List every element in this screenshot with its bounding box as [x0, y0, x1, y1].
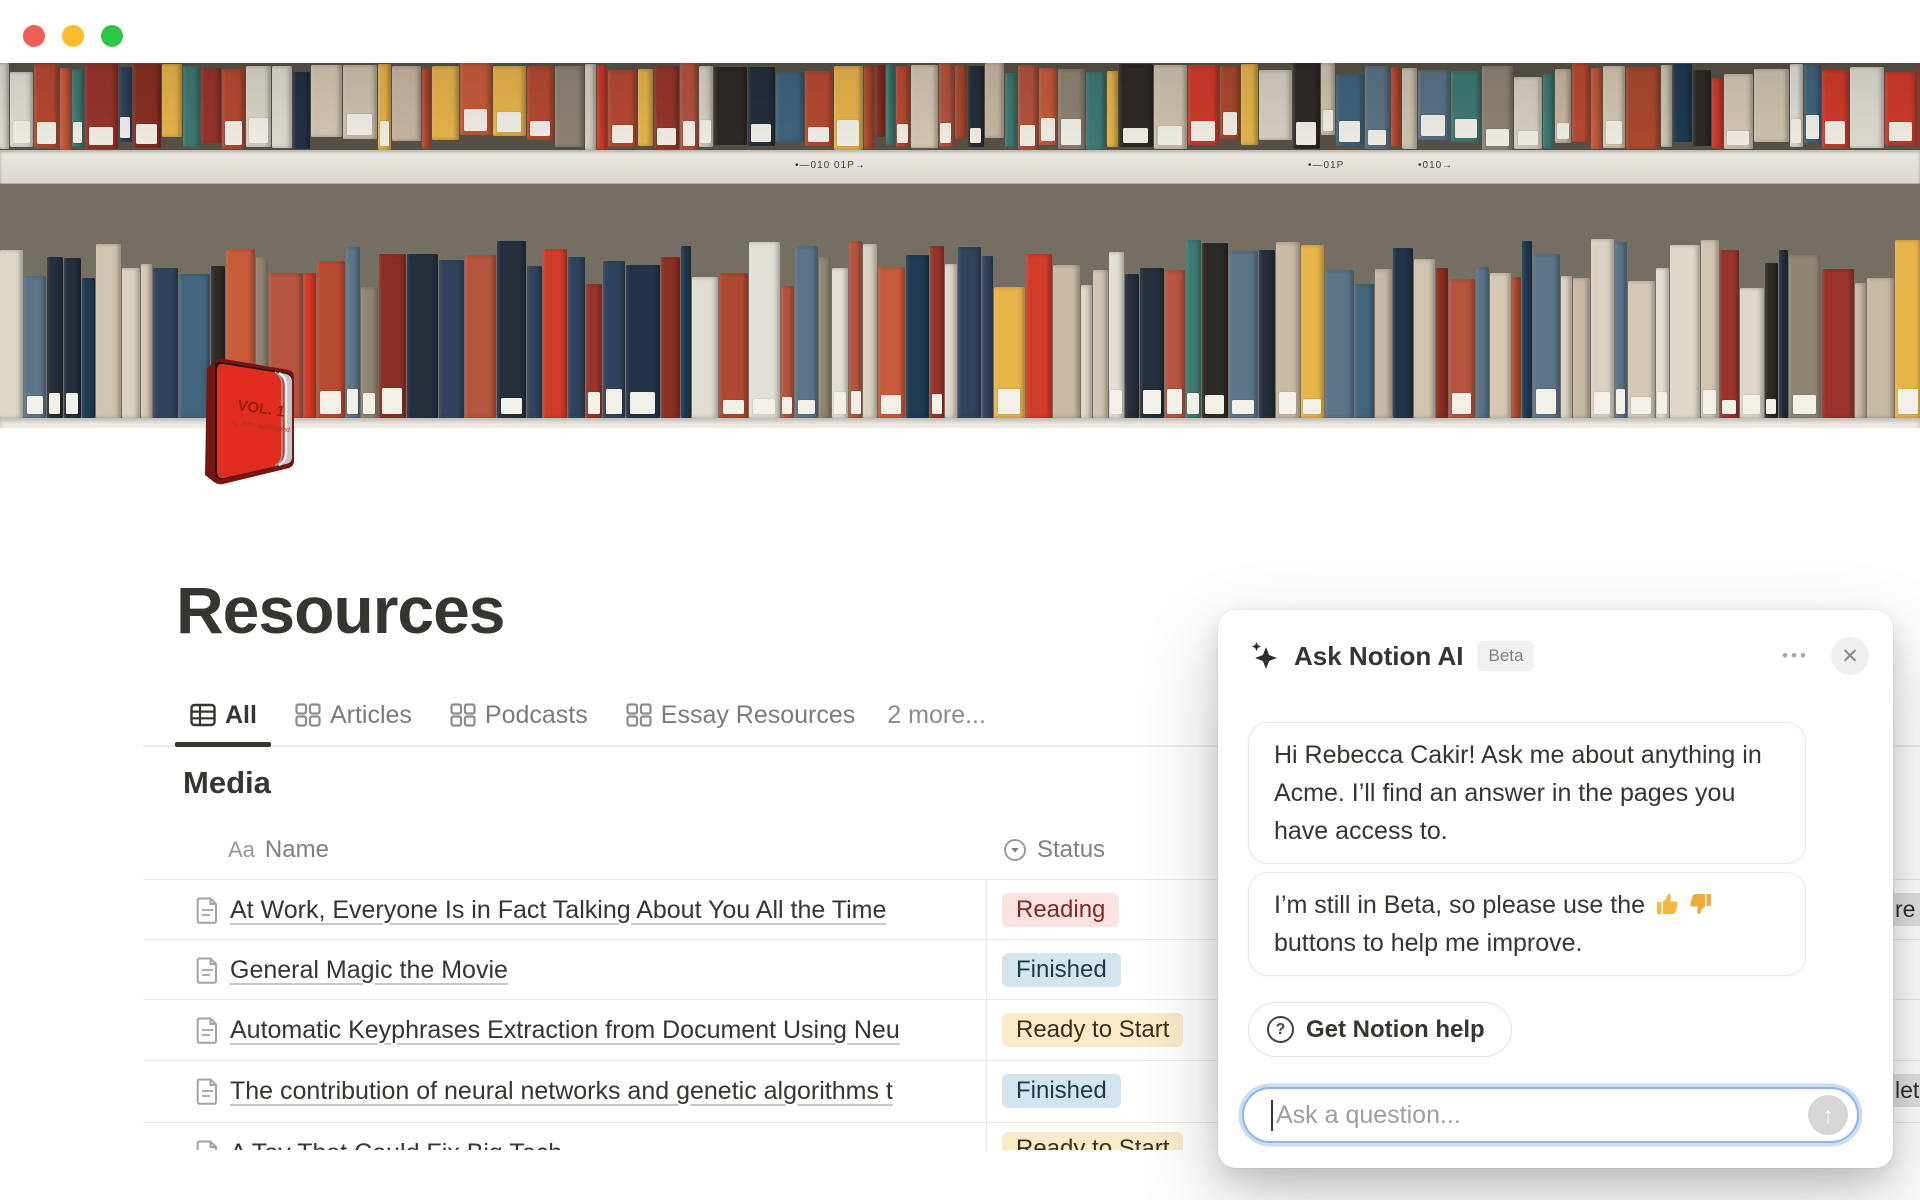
status-chip[interactable]: Finished: [1002, 953, 1121, 987]
sparkle-icon: [1247, 639, 1281, 673]
bookshelf-top-row: [0, 63, 1920, 150]
close-window-button[interactable]: [23, 25, 45, 47]
tabs-more-button[interactable]: 2 more...: [887, 701, 986, 730]
ai-message: I’m still in Beta, so please use the but…: [1248, 872, 1806, 976]
tab-podcasts[interactable]: Podcasts: [450, 701, 588, 730]
page-icon: [196, 957, 219, 984]
shelf-tag: •—010 01P→: [795, 160, 866, 171]
gallery-view-icon: [295, 703, 321, 727]
text-property-icon: Aa: [228, 837, 255, 863]
tab-label: All: [225, 701, 257, 730]
column-header-status[interactable]: Status: [1003, 836, 1105, 864]
row-title: General Magic the Movie: [230, 956, 508, 985]
status-chip[interactable]: Ready to Start: [1002, 1013, 1183, 1047]
thumbs-up-icon: [1655, 891, 1681, 917]
table-row[interactable]: At Work, Everyone Is in Fact Talking Abo…: [196, 880, 982, 940]
beta-badge: Beta: [1477, 641, 1534, 671]
ai-message: Hi Rebecca Cakir! Ask me about anything …: [1248, 722, 1806, 864]
row-title: At Work, Everyone Is in Fact Talking Abo…: [230, 896, 886, 925]
zoom-window-button[interactable]: [101, 25, 123, 47]
minimize-window-button[interactable]: [62, 25, 84, 47]
close-icon[interactable]: ✕: [1831, 637, 1869, 675]
gallery-view-icon: [450, 703, 476, 727]
send-icon[interactable]: ↑: [1808, 1095, 1848, 1135]
tab-all[interactable]: All: [190, 701, 257, 730]
text-caret: [1271, 1100, 1273, 1131]
page-icon: [196, 1017, 219, 1044]
page-icon: [196, 897, 219, 924]
status-chip[interactable]: Finished: [1002, 1074, 1121, 1108]
get-notion-help-button[interactable]: ? Get Notion help: [1248, 1002, 1512, 1057]
page-icon: [196, 1078, 219, 1105]
window-titlebar: [0, 0, 1920, 63]
more-options-icon[interactable]: •••: [1782, 646, 1809, 666]
row-title: Automatic Keyphrases Extraction from Doc…: [230, 1016, 900, 1045]
select-circle-icon: [1003, 838, 1027, 862]
ask-question-input[interactable]: Ask a question... ↑: [1242, 1087, 1859, 1143]
table-row[interactable]: Automatic Keyphrases Extraction from Doc…: [196, 1000, 982, 1060]
status-chip[interactable]: Reading: [1002, 893, 1119, 927]
view-tabs: All Articles Podcasts: [190, 694, 986, 736]
shelf-tag: •—01P: [1308, 160, 1344, 171]
tab-label: Essay Resources: [661, 701, 856, 730]
column-divider: [986, 879, 987, 1150]
ai-panel-title: Ask Notion AI: [1294, 641, 1463, 672]
notion-window: •—010 01P→ •—01P •010→ VOL. 1 by John Ap…: [0, 0, 1920, 1200]
page-title[interactable]: Resources: [176, 572, 505, 648]
active-tab-underline: [175, 742, 271, 747]
tab-label: Podcasts: [485, 701, 588, 730]
shelf-tag: •010→: [1418, 160, 1453, 171]
column-header-name[interactable]: Aa Name: [228, 836, 329, 864]
section-title[interactable]: Media: [183, 765, 271, 801]
tab-label: Articles: [330, 701, 412, 730]
gallery-view-icon: [626, 703, 652, 727]
row-title: The contribution of neural networks and …: [230, 1077, 893, 1106]
table-view-icon: [190, 703, 216, 727]
table-row[interactable]: General Magic the Movie: [196, 940, 982, 1000]
shelf-board: •—010 01P→ •—01P •010→: [0, 150, 1920, 184]
page-icon-red-book[interactable]: VOL. 1 by John Appleseed: [193, 358, 307, 487]
table-row[interactable]: The contribution of neural networks and …: [196, 1061, 982, 1121]
tab-articles[interactable]: Articles: [295, 701, 412, 730]
tab-essay-resources[interactable]: Essay Resources: [626, 701, 856, 730]
help-question-icon: ?: [1267, 1016, 1294, 1043]
ai-panel-header: Ask Notion AI Beta ••• ✕: [1247, 636, 1869, 676]
input-placeholder: Ask a question...: [1276, 1101, 1808, 1130]
ask-notion-ai-panel: Ask Notion AI Beta ••• ✕ Hi Rebecca Caki…: [1218, 610, 1893, 1168]
thumbs-down-icon: [1687, 891, 1713, 917]
